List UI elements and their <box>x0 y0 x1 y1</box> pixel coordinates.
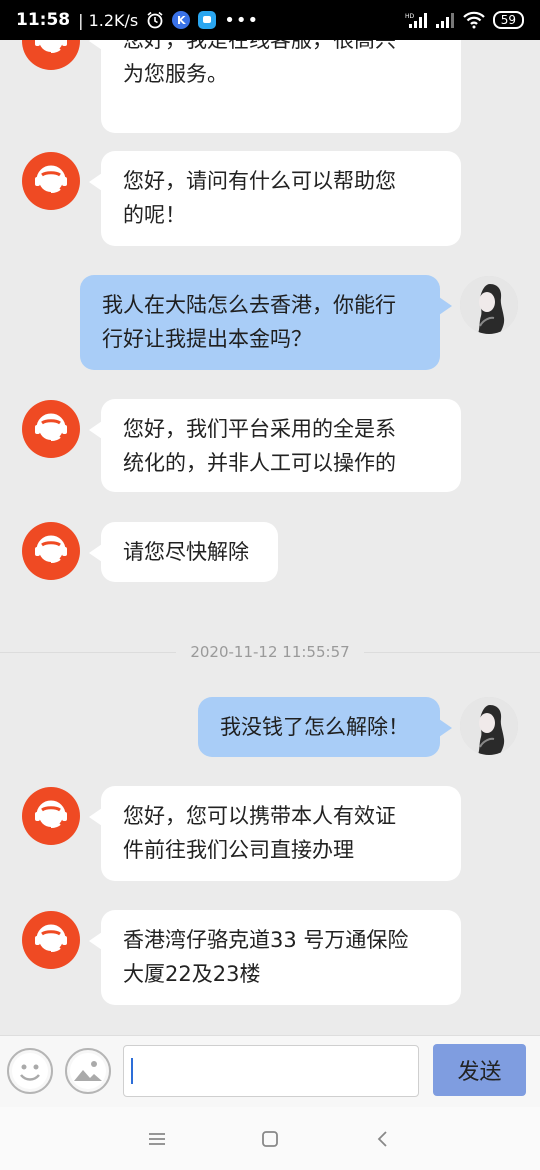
message-line: 请您尽快解除 <box>123 540 249 564</box>
incoming-message: 请您尽快解除 <box>89 522 278 582</box>
status-time: 11:58 <box>16 10 71 30</box>
svg-text:HD: HD <box>405 13 415 20</box>
message-line: 大厦22及23楼 <box>123 962 261 986</box>
alarm-clock-icon <box>146 11 164 29</box>
image-button[interactable] <box>65 1048 111 1094</box>
message-input[interactable] <box>123 1045 419 1097</box>
message-line: 我没钱了怎么解除！ <box>220 715 409 739</box>
message-line: 您好，您可以携带本人有效证 <box>123 804 396 828</box>
back-nav-button[interactable] <box>363 1119 403 1159</box>
outgoing-message: 我没钱了怎么解除！ <box>198 697 452 757</box>
incoming-message: 香港湾仔骆克道33 号万通保险 大厦22及23楼 <box>89 910 461 1005</box>
signal-icon <box>435 11 455 29</box>
message-line: 行好让我提出本金吗？ <box>102 327 312 351</box>
incoming-message: 您好，请问有什么可以帮助您 的呢！ <box>89 151 461 246</box>
timestamp: 2020-11-12 11:55:57 <box>176 643 364 661</box>
chat-history[interactable]: 您好，我是在线客服，很高兴 为您服务。 您好，请问有什么可以帮助您 的呢！ 我人… <box>0 40 540 1035</box>
app-k-icon: K <box>172 11 191 29</box>
agent-avatar <box>22 152 80 210</box>
emoji-button[interactable] <box>7 1048 53 1094</box>
agent-avatar <box>22 522 80 580</box>
menu-icon <box>148 1132 165 1145</box>
user-avatar <box>460 276 518 334</box>
incoming-message: 您好，我们平台采用的全是系 统化的，并非人工可以操作的 <box>89 399 461 492</box>
message-line: 您好，我们平台采用的全是系 <box>123 417 396 441</box>
message-line: 为您服务。 <box>123 62 228 86</box>
wifi-icon <box>462 11 485 29</box>
network-speed: | 1.2K/s <box>78 10 139 30</box>
message-line: 的呢！ <box>123 203 186 227</box>
agent-avatar <box>22 40 80 70</box>
message-line: 统化的，并非人工可以操作的 <box>123 451 396 475</box>
menu-nav-button[interactable] <box>137 1119 177 1159</box>
app-message-icon <box>198 11 217 29</box>
agent-avatar <box>22 787 80 845</box>
incoming-message: 您好，我是在线客服，很高兴 为您服务。 <box>89 40 461 133</box>
image-icon <box>70 1053 106 1089</box>
message-line: 您好，我是在线客服，很高兴 <box>123 40 396 52</box>
input-bar: 发送 <box>0 1035 540 1107</box>
status-bar: 11:58 | 1.2K/s K ••• HD 59 <box>0 0 540 40</box>
timestamp-divider: 2020-11-12 11:55:57 <box>0 640 540 664</box>
home-icon <box>262 1130 278 1147</box>
user-avatar <box>460 697 518 755</box>
send-button[interactable]: 发送 <box>433 1044 526 1096</box>
agent-avatar <box>22 400 80 458</box>
agent-avatar <box>22 911 80 969</box>
home-nav-button[interactable] <box>250 1119 290 1159</box>
message-line: 我人在大陆怎么去香港，你能行 <box>102 293 396 317</box>
battery-level: 59 <box>500 13 516 27</box>
signal-hd-icon: HD <box>405 11 427 29</box>
message-line: 您好，请问有什么可以帮助您 <box>123 169 396 193</box>
incoming-message: 您好，您可以携带本人有效证 件前往我们公司直接办理 <box>89 786 461 881</box>
message-line: 件前往我们公司直接办理 <box>123 838 354 862</box>
back-icon <box>378 1130 387 1147</box>
battery-indicator: 59 <box>492 11 524 29</box>
message-line: 香港湾仔骆克道33 号万通保险 <box>123 928 409 952</box>
emoji-icon <box>12 1053 48 1089</box>
more-notifications-icon: ••• <box>224 9 260 31</box>
outgoing-message: 我人在大陆怎么去香港，你能行 行好让我提出本金吗？ <box>80 275 452 370</box>
text-cursor <box>131 1058 133 1084</box>
system-nav-bar <box>0 1107 540 1170</box>
